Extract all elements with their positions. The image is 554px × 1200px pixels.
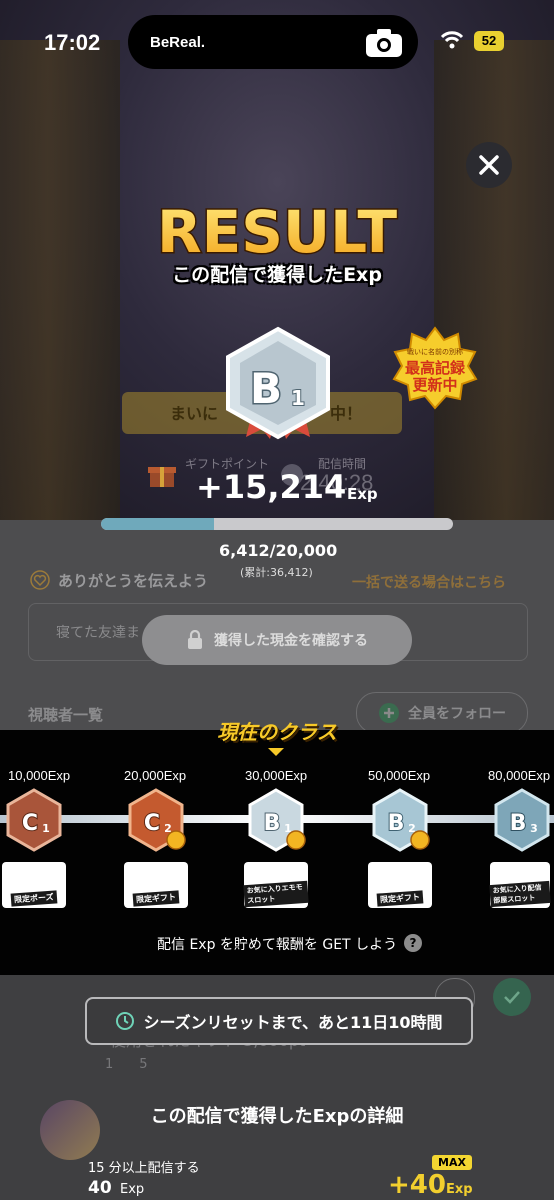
camera-icon[interactable] — [364, 27, 404, 59]
record-badge: 戦いに名前の別称 最高記録 更新中 — [392, 326, 478, 410]
record-badge-line2: 更新中 — [412, 376, 457, 394]
battery-indicator: 52 — [474, 31, 504, 51]
tier-rank: C — [22, 811, 38, 836]
coin-icon — [410, 830, 430, 850]
reward-label: お気に入り配信部屋スロット — [489, 880, 551, 908]
tier-rank: C — [144, 811, 160, 836]
rank-letter: B — [250, 364, 282, 413]
exp-detail-row-unit: Exp — [120, 1182, 145, 1197]
wifi-icon — [440, 31, 464, 49]
confirm-cash-button[interactable]: 獲得した現金を確認する — [142, 615, 412, 665]
exp-gain-value: +15,214 — [196, 468, 347, 506]
background-count-row: 1 5 — [105, 1057, 148, 1072]
lock-icon — [188, 630, 202, 649]
tier-rank-sub: 3 — [530, 822, 538, 835]
gift-icon — [148, 467, 176, 487]
tier-exp-label: 50,000Exp — [368, 768, 431, 783]
tier-badge-c1[interactable]: C 1 — [4, 788, 64, 852]
exp-gain-unit: Exp — [347, 485, 378, 503]
follow-all-label: 全員をフォロー — [408, 706, 506, 722]
reward-pose[interactable]: 限定ポーズ — [2, 862, 66, 908]
coin-icon — [286, 830, 306, 850]
tier-exp-label: 80,000Exp — [488, 768, 551, 783]
reward-label: 限定ギフト — [376, 890, 424, 907]
confirm-cash-label: 獲得した現金を確認する — [214, 633, 368, 649]
current-class-marker — [268, 748, 284, 756]
exp-cumulative: (累計:36,412) — [240, 566, 313, 579]
tier-rank: B — [264, 811, 281, 836]
rank-number: 1 — [291, 386, 305, 410]
season-reset-text: シーズンリセットまで、あと11日10時間 — [143, 1013, 443, 1032]
reward-label: 限定ポーズ — [10, 890, 58, 907]
exp-progress-value: 6,412/20,000 — [219, 541, 338, 560]
tier-badge-b2[interactable]: B 2 — [370, 788, 430, 852]
help-icon[interactable]: ? — [404, 934, 422, 952]
reward-label: 限定ギフト — [132, 890, 180, 907]
close-button[interactable] — [466, 142, 512, 188]
tier-exp-label: 10,000Exp — [8, 768, 71, 783]
close-icon — [479, 155, 499, 175]
tier-badge-b1[interactable]: B 1 — [246, 788, 306, 852]
reward-emomo-slot[interactable]: お気に入りエモモスロット — [243, 862, 309, 908]
reward-gift[interactable]: 限定ギフト — [124, 862, 188, 908]
record-badge-caption: 戦いに名前の別称 — [407, 347, 463, 356]
max-badge: MAX — [432, 1155, 472, 1170]
exp-progress-fill — [101, 518, 214, 530]
tier-rank: B — [388, 811, 405, 836]
reward-gift-2[interactable]: 限定ギフト — [368, 862, 432, 908]
check-icon — [504, 991, 520, 1004]
tier-rank: B — [510, 811, 527, 836]
viewers-heading: 視聴者一覧 — [28, 706, 104, 724]
tier-exp-label: 30,000Exp — [245, 768, 308, 783]
tier-exp-label: 20,000Exp — [124, 768, 187, 783]
curtain-right — [434, 40, 554, 520]
plus-icon — [379, 703, 399, 723]
result-subtitle: この配信で獲得したExp — [172, 264, 382, 286]
bulk-send-link[interactable]: 一括で送る場合はこちら — [352, 572, 506, 592]
thanks-label: ありがとうを伝えよう — [58, 572, 209, 590]
tier-badge-c2[interactable]: C 2 — [126, 788, 186, 852]
check-button[interactable] — [493, 978, 531, 1016]
clock-icon — [116, 1012, 135, 1030]
exp-progress-bar — [101, 518, 453, 530]
class-hint-text: 配信 Exp を貯めて報酬を GET しよう — [157, 937, 398, 953]
follow-all-button[interactable]: 全員をフォロー — [356, 692, 528, 734]
exp-detail-row-label: 15 分以上配信する — [88, 1161, 200, 1176]
current-class-title: 現在のクラス — [217, 720, 337, 744]
result-title-text: RESULT — [157, 198, 398, 266]
coin-icon — [166, 830, 186, 850]
season-reset-notice: シーズンリセットまで、あと11日10時間 — [85, 997, 473, 1045]
exp-detail-row-gain: +40 — [388, 1170, 446, 1200]
tier-rank-sub: 1 — [42, 822, 50, 835]
exp-detail-title: この配信で獲得したExpの詳細 — [150, 1106, 404, 1127]
rank-badge-b1: B 1 — [226, 326, 330, 440]
curtain-left — [0, 40, 120, 520]
exp-detail-row-gain-unit: Exp — [446, 1182, 473, 1197]
exp-detail-row-value: 40 — [88, 1178, 112, 1198]
tier-badge-b3[interactable]: B 3 — [492, 788, 552, 852]
island-app-name: BeReal. — [150, 34, 206, 51]
message-placeholder: 寝てた友達ま — [56, 625, 140, 641]
reward-label: お気に入りエモモスロット — [243, 880, 309, 908]
result-title: RESULT — [155, 197, 399, 268]
heart-icon — [30, 570, 50, 590]
record-badge-line1: 最高記録 — [405, 359, 466, 377]
status-time: 17:02 — [44, 30, 101, 55]
reward-room-slot[interactable]: お気に入り配信部屋スロット — [489, 862, 551, 908]
